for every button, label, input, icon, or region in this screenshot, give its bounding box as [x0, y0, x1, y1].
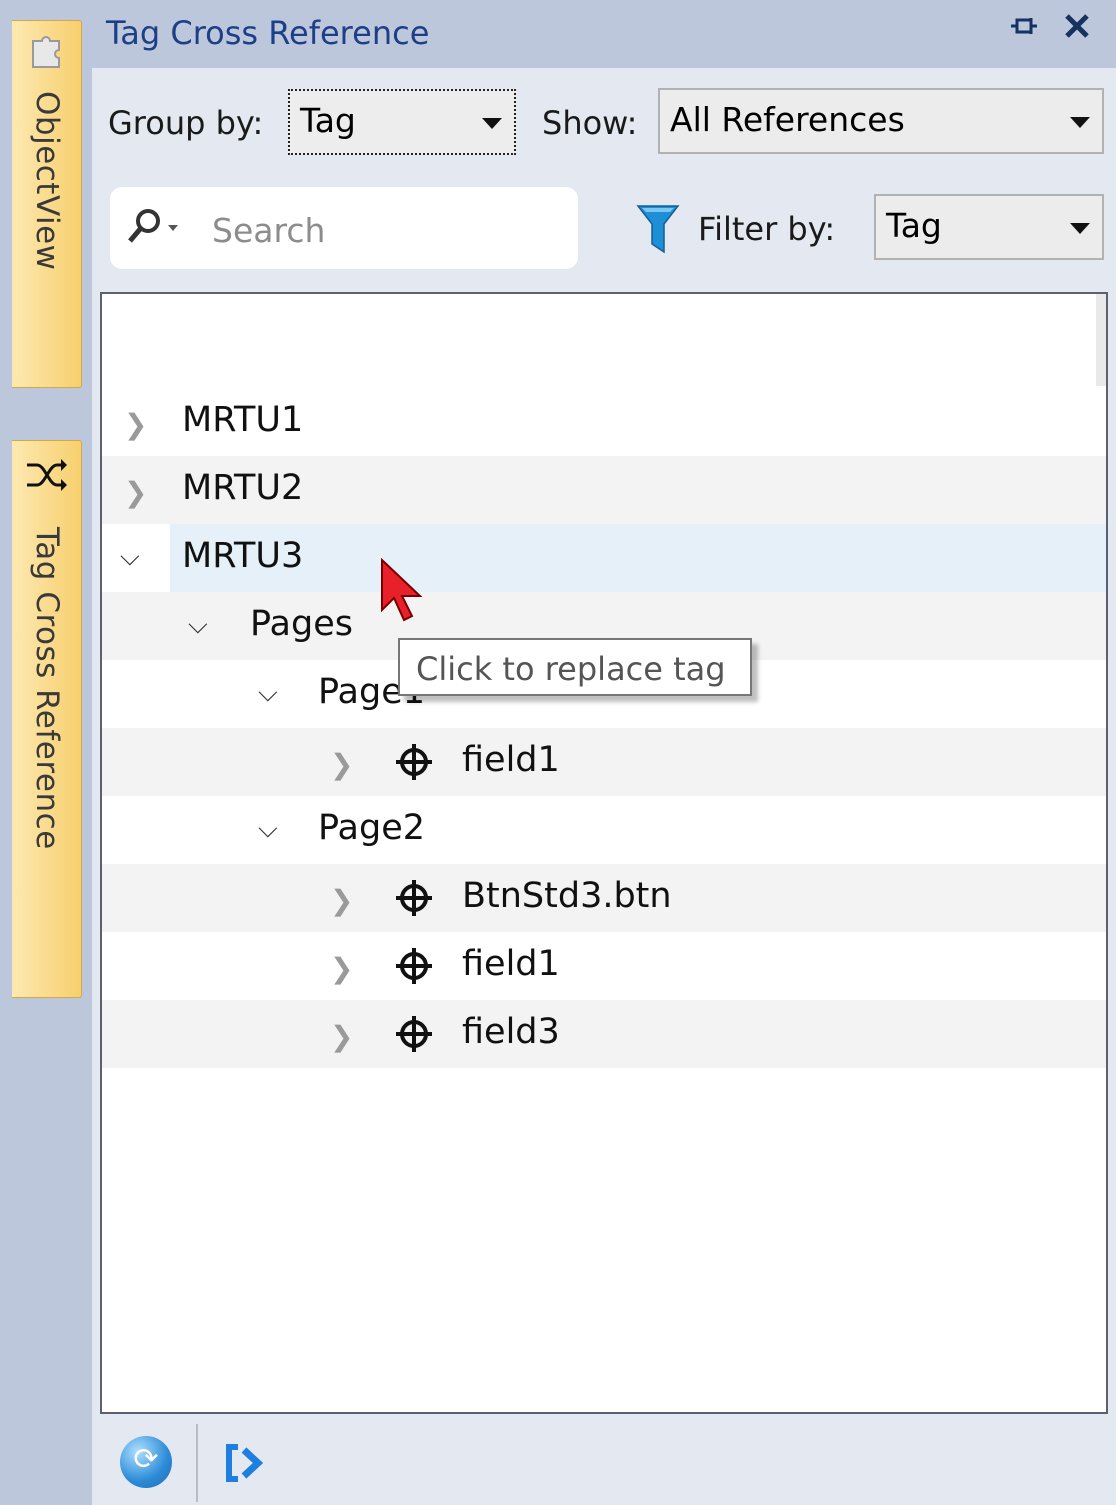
- go-to-reference-icon[interactable]: [222, 1436, 272, 1490]
- crosshair-target-icon: [394, 1014, 434, 1054]
- shuffle-icon: [12, 455, 82, 499]
- crosshair-target-icon: [394, 946, 434, 986]
- search-icon[interactable]: [124, 207, 194, 247]
- panel-title: Tag Cross Reference: [106, 14, 430, 52]
- refresh-icon[interactable]: ⟳: [120, 1436, 172, 1488]
- show-label: Show:: [542, 104, 638, 142]
- tree-row-field1[interactable]: ❯ field1: [102, 728, 1106, 796]
- show-dropdown[interactable]: All References: [658, 88, 1104, 154]
- chevron-down-icon: [482, 118, 502, 129]
- tab-objectview-label: ObjectView: [29, 91, 65, 271]
- tree-row-page2[interactable]: ⌵ Page2: [102, 796, 1106, 864]
- group-by-value: Tag: [300, 101, 356, 140]
- tooltip-text: Click to replace tag: [416, 650, 726, 688]
- tree-row-label: field3: [462, 1012, 560, 1052]
- filter-by-dropdown[interactable]: Tag: [874, 194, 1104, 260]
- chevron-down-icon[interactable]: ⌵: [188, 610, 208, 641]
- crosshair-target-icon: [394, 742, 434, 782]
- search-input[interactable]: Search: [110, 187, 578, 269]
- tree-row-btnstd3[interactable]: ❯ BtnStd3.btn: [102, 864, 1106, 932]
- filter-by-label: Filter by:: [698, 210, 836, 248]
- puzzle-icon: [12, 31, 82, 75]
- bottom-toolbar: ⟳: [92, 1414, 1116, 1505]
- tab-tag-cross-reference[interactable]: Tag Cross Reference: [12, 440, 82, 998]
- chevron-right-icon[interactable]: ❯: [330, 748, 353, 781]
- tooltip: Click to replace tag: [398, 638, 752, 696]
- tree-row-label: BtnStd3.btn: [462, 876, 672, 916]
- tree-row-mrtu3[interactable]: ⌵ MRTU3: [102, 524, 1106, 592]
- pin-icon[interactable]: [1006, 12, 1042, 52]
- tag-reference-tree[interactable]: ❯ MRTU1 ❯ MRTU2 ⌵ MRTU3 ⌵ Pages ⌵ Page1 …: [100, 292, 1108, 1414]
- mouse-cursor-icon: [378, 557, 424, 630]
- group-by-dropdown[interactable]: Tag: [288, 89, 516, 155]
- tree-scrollbar[interactable]: [1096, 294, 1106, 386]
- chevron-down-icon[interactable]: ⌵: [258, 678, 278, 709]
- tag-cross-reference-panel: Tag Cross Reference Group by: Tag Show:: [92, 0, 1116, 1505]
- close-icon[interactable]: [1058, 10, 1096, 50]
- filter-by-value: Tag: [886, 206, 942, 245]
- row-highlight: [170, 524, 1106, 592]
- tree-row-label: field1: [462, 740, 560, 780]
- dock-strip: ObjectView Tag Cross Reference: [0, 0, 92, 1505]
- tree-row-label: field1: [462, 944, 560, 984]
- tree-row-mrtu2[interactable]: ❯ MRTU2: [102, 456, 1106, 524]
- tree-row-label: MRTU1: [182, 400, 304, 440]
- search-placeholder: Search: [212, 211, 326, 250]
- tree-row-label: MRTU2: [182, 468, 304, 508]
- tree-row-label: Page2: [318, 808, 425, 848]
- chevron-down-icon[interactable]: ⌵: [258, 814, 278, 845]
- group-by-label: Group by:: [108, 104, 264, 142]
- tree-row-field1[interactable]: ❯ field1: [102, 932, 1106, 1000]
- panel-content: Group by: Tag Show: All References Searc…: [92, 68, 1116, 1505]
- tree-row-label: Pages: [250, 604, 353, 644]
- chevron-down-icon: [1070, 223, 1090, 234]
- chevron-right-icon[interactable]: ❯: [330, 1020, 353, 1053]
- chevron-down-icon: [1070, 117, 1090, 128]
- chevron-right-icon[interactable]: ❯: [330, 884, 353, 917]
- tree-row-mrtu1[interactable]: ❯ MRTU1: [102, 388, 1106, 456]
- tree-row-field3[interactable]: ❯ field3: [102, 1000, 1106, 1068]
- toolbar-separator: [196, 1424, 198, 1502]
- tree-row-label: MRTU3: [182, 536, 304, 576]
- funnel-icon: [636, 202, 680, 256]
- chevron-right-icon[interactable]: ❯: [124, 408, 147, 441]
- chevron-right-icon[interactable]: ❯: [330, 952, 353, 985]
- chevron-down-icon[interactable]: ⌵: [120, 542, 140, 573]
- crosshair-target-icon: [394, 878, 434, 918]
- show-value: All References: [670, 100, 905, 139]
- panel-titlebar: Tag Cross Reference: [92, 0, 1116, 68]
- chevron-right-icon[interactable]: ❯: [124, 476, 147, 509]
- tab-tag-cross-reference-label: Tag Cross Reference: [29, 527, 65, 850]
- tab-objectview[interactable]: ObjectView: [12, 20, 82, 388]
